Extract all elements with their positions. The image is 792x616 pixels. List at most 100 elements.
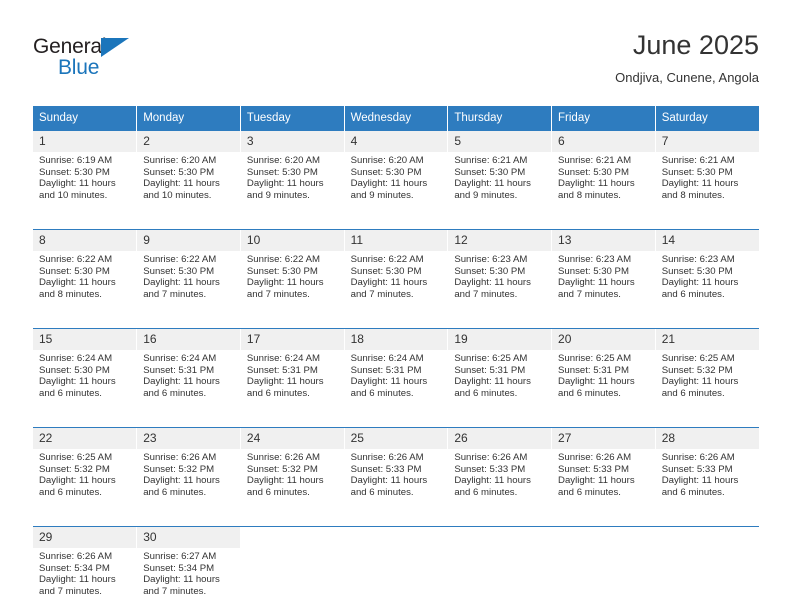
day-cell[interactable]: Sunrise: 6:22 AM Sunset: 5:30 PM Daylight:… <box>240 251 345 319</box>
sunrise-text: Sunrise: 6:21 AM <box>558 155 632 166</box>
day-cell[interactable]: Sunrise: 6:19 AM Sunset: 5:30 PM Daylight:… <box>33 152 138 220</box>
daylight-text-line1: Daylight: 11 hours <box>39 277 116 289</box>
sunset-text: Sunset: 5:30 PM <box>558 265 629 277</box>
daylight-text-line1: Daylight: 11 hours <box>143 376 220 388</box>
calendar-page: General Blue June 2025 Ondjiva, Cunene, … <box>0 0 792 616</box>
sunset-text: Sunset: 5:33 PM <box>350 463 422 475</box>
day-cell[interactable]: Sunrise: 6:25 AM Sunset: 5:32 PM Daylight:… <box>33 449 138 517</box>
day-number[interactable]: 17 <box>240 328 345 350</box>
daylight-text-line1: Daylight: 11 hours <box>143 178 220 190</box>
daylight-text-line1: Daylight: 11 hours <box>143 277 220 289</box>
daylight-text-line1: Daylight: 11 hours <box>143 475 220 487</box>
day-number[interactable]: 24 <box>240 427 345 449</box>
day-cell[interactable]: Sunrise: 6:20 AM Sunset: 5:30 PM Daylight:… <box>344 152 449 220</box>
day-cell[interactable]: Sunrise: 6:21 AM Sunset: 5:30 PM Daylight:… <box>447 152 553 220</box>
day-cell-empty <box>344 548 449 616</box>
day-number[interactable]: 25 <box>344 427 449 449</box>
day-number[interactable]: 19 <box>447 328 553 350</box>
day-cell[interactable]: Sunrise: 6:22 AM Sunset: 5:30 PM Daylight:… <box>344 251 449 319</box>
day-cell[interactable]: Sunrise: 6:24 AM Sunset: 5:31 PM Daylight:… <box>240 350 345 418</box>
sunset-text: Sunset: 5:30 PM <box>661 166 733 178</box>
weekday-header-row: Sunday Monday Tuesday Wednesday Thursday… <box>33 106 759 131</box>
sunset-text: Sunset: 5:32 PM <box>143 463 215 475</box>
daylight-text-line1: Daylight: 11 hours <box>454 475 531 487</box>
day-cell[interactable]: Sunrise: 6:27 AM Sunset: 5:34 PM Daylight:… <box>136 548 241 616</box>
sunset-text: Sunset: 5:30 PM <box>350 166 422 178</box>
day-number[interactable]: 7 <box>655 131 759 152</box>
weekday-header-sunday: Sunday <box>33 106 138 131</box>
day-cell[interactable]: Sunrise: 6:23 AM Sunset: 5:30 PM Daylight:… <box>551 251 656 319</box>
daylight-text-line2: and 6 minutes. <box>661 288 725 300</box>
day-number[interactable]: 13 <box>551 229 656 251</box>
daylight-text-line2: and 6 minutes. <box>39 486 102 498</box>
daylight-text-line1: Daylight: 11 hours <box>39 376 116 388</box>
day-number[interactable]: 23 <box>136 427 241 449</box>
day-number[interactable]: 27 <box>551 427 656 449</box>
day-cell[interactable]: Sunrise: 6:20 AM Sunset: 5:30 PM Daylight:… <box>136 152 241 220</box>
day-cell[interactable]: Sunrise: 6:22 AM Sunset: 5:30 PM Daylight:… <box>33 251 138 319</box>
day-number[interactable]: 18 <box>344 328 449 350</box>
day-number[interactable]: 15 <box>33 328 138 350</box>
day-cell[interactable]: Sunrise: 6:25 AM Sunset: 5:31 PM Daylight:… <box>447 350 553 418</box>
week-separator <box>33 319 759 329</box>
daylight-text-line2: and 8 minutes. <box>39 288 102 300</box>
day-cell[interactable]: Sunrise: 6:24 AM Sunset: 5:30 PM Daylight:… <box>33 350 138 418</box>
day-cell[interactable]: Sunrise: 6:26 AM Sunset: 5:34 PM Daylight:… <box>33 548 138 616</box>
day-number[interactable]: 30 <box>136 526 241 548</box>
daylight-text-line1: Daylight: 11 hours <box>558 178 635 190</box>
day-cell[interactable]: Sunrise: 6:21 AM Sunset: 5:30 PM Daylight:… <box>655 152 759 220</box>
day-number-empty <box>655 526 759 548</box>
sunrise-text: Sunrise: 6:22 AM <box>246 254 320 265</box>
day-number-row: 1234567 <box>33 131 759 152</box>
day-cell[interactable]: Sunrise: 6:24 AM Sunset: 5:31 PM Daylight:… <box>136 350 241 418</box>
daylight-text-line2: and 6 minutes. <box>246 486 310 498</box>
day-number[interactable]: 22 <box>33 427 138 449</box>
day-cell[interactable]: Sunrise: 6:26 AM Sunset: 5:32 PM Daylight:… <box>136 449 241 517</box>
day-number[interactable]: 3 <box>240 131 345 152</box>
day-cell[interactable]: Sunrise: 6:22 AM Sunset: 5:30 PM Daylight:… <box>136 251 241 319</box>
day-number[interactable]: 5 <box>447 131 553 152</box>
day-number[interactable]: 8 <box>33 229 138 251</box>
day-cell[interactable]: Sunrise: 6:25 AM Sunset: 5:32 PM Daylight:… <box>655 350 759 418</box>
daylight-text-line1: Daylight: 11 hours <box>246 475 324 487</box>
day-number[interactable]: 6 <box>551 131 656 152</box>
day-cell[interactable]: Sunrise: 6:26 AM Sunset: 5:33 PM Daylight:… <box>655 449 759 517</box>
day-number[interactable]: 9 <box>136 229 241 251</box>
day-number[interactable]: 29 <box>33 526 138 548</box>
day-number[interactable]: 2 <box>136 131 241 152</box>
day-cell[interactable]: Sunrise: 6:23 AM Sunset: 5:30 PM Daylight:… <box>655 251 759 319</box>
day-number[interactable]: 1 <box>33 131 138 152</box>
sunrise-text: Sunrise: 6:26 AM <box>454 452 528 463</box>
day-cell-empty <box>240 548 345 616</box>
day-cell[interactable]: Sunrise: 6:26 AM Sunset: 5:32 PM Daylight:… <box>240 449 345 517</box>
day-cell[interactable]: Sunrise: 6:25 AM Sunset: 5:31 PM Daylight:… <box>551 350 656 418</box>
day-number[interactable]: 16 <box>136 328 241 350</box>
sunrise-text: Sunrise: 6:27 AM <box>143 551 217 562</box>
daylight-text-line1: Daylight: 11 hours <box>454 178 531 190</box>
day-cell[interactable]: Sunrise: 6:24 AM Sunset: 5:31 PM Daylight:… <box>344 350 449 418</box>
day-number[interactable]: 14 <box>655 229 759 251</box>
day-cell[interactable]: Sunrise: 6:26 AM Sunset: 5:33 PM Daylight:… <box>551 449 656 517</box>
day-cell[interactable]: Sunrise: 6:21 AM Sunset: 5:30 PM Daylight:… <box>551 152 656 220</box>
day-cell[interactable]: Sunrise: 6:26 AM Sunset: 5:33 PM Daylight:… <box>447 449 553 517</box>
day-number[interactable]: 12 <box>447 229 553 251</box>
daylight-text-line2: and 6 minutes. <box>143 486 207 498</box>
day-cell[interactable]: Sunrise: 6:26 AM Sunset: 5:33 PM Daylight:… <box>344 449 449 517</box>
day-cell[interactable]: Sunrise: 6:23 AM Sunset: 5:30 PM Daylight:… <box>447 251 553 319</box>
sunrise-text: Sunrise: 6:19 AM <box>39 155 113 166</box>
sunset-text: Sunset: 5:30 PM <box>39 364 110 376</box>
day-number[interactable]: 20 <box>551 328 656 350</box>
day-number[interactable]: 10 <box>240 229 345 251</box>
daylight-text-line1: Daylight: 11 hours <box>350 475 428 487</box>
sunset-text: Sunset: 5:31 PM <box>143 364 215 376</box>
day-info-row: Sunrise: 6:22 AM Sunset: 5:30 PM Daylight:… <box>33 251 759 319</box>
day-number[interactable]: 11 <box>344 229 449 251</box>
day-number[interactable]: 4 <box>344 131 449 152</box>
day-number[interactable]: 26 <box>447 427 553 449</box>
day-number[interactable]: 28 <box>655 427 759 449</box>
daylight-text-line2: and 7 minutes. <box>39 585 102 597</box>
daylight-text-line2: and 6 minutes. <box>39 387 102 399</box>
day-cell[interactable]: Sunrise: 6:20 AM Sunset: 5:30 PM Daylight:… <box>240 152 345 220</box>
day-number[interactable]: 21 <box>655 328 759 350</box>
week-separator-rule <box>33 418 759 428</box>
